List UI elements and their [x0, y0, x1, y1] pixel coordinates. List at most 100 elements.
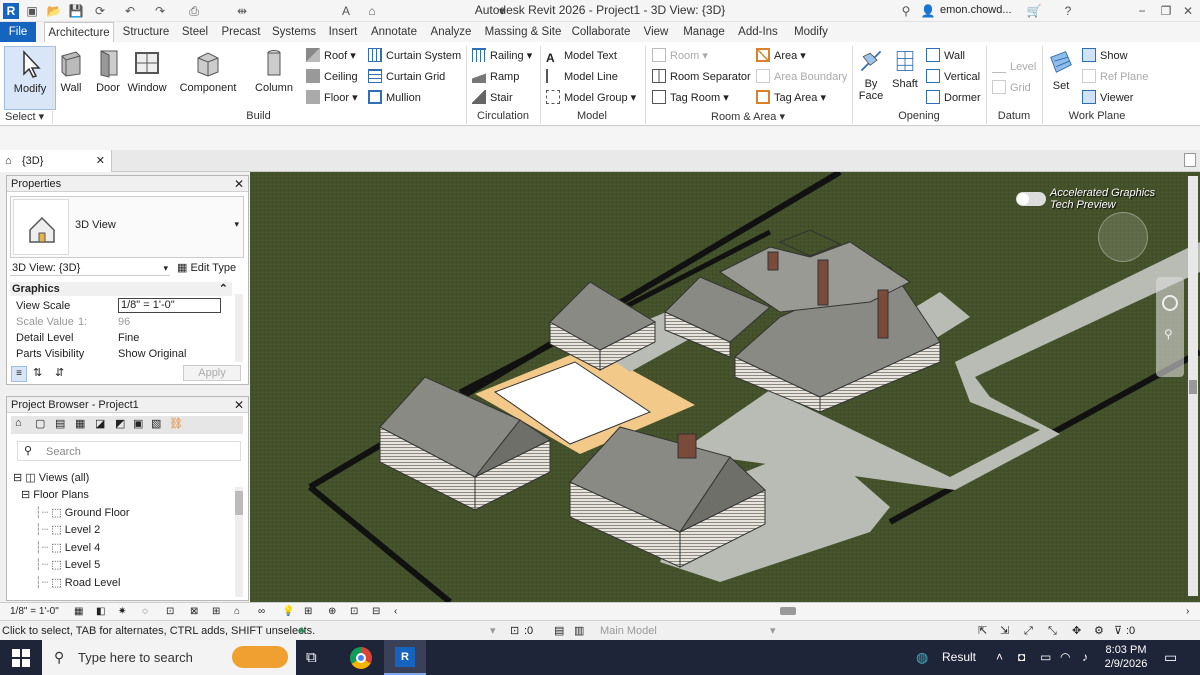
select-pinned-icon[interactable]: ⤢: [1024, 621, 1033, 641]
cart-icon[interactable]: 🛒: [1026, 3, 1042, 19]
room-area-panel-title[interactable]: Room & Area ▾: [648, 110, 848, 124]
edit-type-button[interactable]: ▦ Edit Type: [177, 260, 236, 276]
curtain-system-button[interactable]: Curtain System: [368, 47, 461, 65]
browser-groups-icon[interactable]: ◪: [95, 417, 105, 430]
task-view-icon[interactable]: ⧉: [306, 649, 317, 666]
show-button[interactable]: Show: [1082, 47, 1128, 65]
tab-steel[interactable]: Steel: [178, 22, 212, 42]
view-scale-control[interactable]: 1/8" = 1'-0": [10, 603, 59, 621]
analytical-model-icon[interactable]: ⊕: [328, 603, 336, 621]
notifications-icon[interactable]: ▭: [1164, 649, 1177, 666]
browser-scrollbar[interactable]: [235, 487, 243, 597]
window-button[interactable]: Window: [121, 46, 173, 110]
background-process-icon[interactable]: ⚙: [1094, 621, 1104, 641]
revit-taskbar-icon[interactable]: R: [384, 640, 426, 675]
level-button[interactable]: Level: [992, 58, 1036, 76]
browser-schedules-icon[interactable]: ▤: [55, 417, 65, 430]
tab-modify[interactable]: Modify: [788, 22, 834, 42]
sort-alt-icon[interactable]: ⇵: [55, 366, 64, 379]
close-tab-icon[interactable]: ✕: [96, 150, 105, 172]
properties-scrollbar[interactable]: [235, 294, 243, 362]
tray-chevron-icon[interactable]: ˄: [996, 650, 1003, 664]
battery-icon[interactable]: ▭: [1040, 650, 1051, 664]
stair-button[interactable]: Stair: [472, 89, 513, 107]
browser-views-icon[interactable]: ▧: [151, 417, 161, 430]
tree-item-level-5[interactable]: ┆┈ ⬚ Level 5: [35, 557, 100, 574]
select-links-icon[interactable]: ⇱: [978, 621, 987, 641]
model-group-button[interactable]: Model Group ▾: [546, 89, 636, 107]
tree-views-all[interactable]: ⊟ ◫ Views (all): [13, 470, 89, 487]
by-face-button[interactable]: By Face: [854, 46, 888, 110]
editable-only-icon[interactable]: ⊡: [510, 621, 519, 641]
tab-precast[interactable]: Precast: [218, 22, 264, 42]
grid-button[interactable]: Grid: [992, 79, 1031, 97]
tab-file[interactable]: File: [0, 22, 36, 42]
tree-item-level-4[interactable]: ┆┈ ⬚ Level 4: [35, 540, 100, 557]
sun-path-icon[interactable]: ✷: [118, 603, 126, 621]
graphics-section-header[interactable]: Graphics ⌃: [10, 282, 232, 296]
browser-links-icon[interactable]: ◩: [115, 417, 125, 430]
user-icon[interactable]: 👤: [920, 3, 936, 19]
steering-wheel-icon[interactable]: [1162, 295, 1178, 311]
drag-elements-icon[interactable]: ✥: [1072, 621, 1081, 641]
select-panel-title[interactable]: Select ▾: [2, 110, 50, 124]
tab-structure[interactable]: Structure: [118, 22, 174, 42]
browser-families-icon[interactable]: ▦: [75, 417, 85, 430]
select-underlay-icon[interactable]: ⇲: [1000, 621, 1009, 641]
floor-button[interactable]: Floor ▾: [306, 89, 358, 107]
scroll-right-icon[interactable]: ›: [1186, 603, 1189, 621]
vertical-opening-button[interactable]: Vertical: [926, 68, 980, 86]
shadows-icon[interactable]: ◌: [142, 603, 148, 621]
tab-view[interactable]: View: [640, 22, 672, 42]
close-icon[interactable]: ✕: [1180, 3, 1196, 19]
workset-icon[interactable]: ♣: [298, 621, 305, 641]
wifi-icon[interactable]: ◠: [1060, 650, 1070, 664]
detail-level-icon[interactable]: ▦: [74, 603, 83, 621]
model-text-button[interactable]: A Model Text: [546, 47, 617, 65]
view-scale-input[interactable]: 1/8" = 1'-0": [118, 298, 221, 313]
accelerated-graphics-toggle[interactable]: [1016, 192, 1046, 206]
tab-analyze[interactable]: Analyze: [426, 22, 476, 42]
browser-home-icon[interactable]: ⌂: [15, 417, 22, 429]
highlight-displacement-icon[interactable]: ⊡: [350, 603, 358, 621]
room-separator-button[interactable]: Room Separator: [652, 68, 751, 86]
tab-annotate[interactable]: Annotate: [368, 22, 420, 42]
chrome-icon[interactable]: [350, 647, 372, 669]
temp-hide-icon[interactable]: ∞: [258, 603, 265, 621]
horizontal-scrollbar-thumb[interactable]: [780, 607, 796, 615]
roof-button[interactable]: Roof ▾: [306, 47, 356, 65]
zoom-icon[interactable]: ⚲: [1164, 327, 1173, 341]
wall-opening-button[interactable]: Wall: [926, 47, 965, 65]
properties-filter-icon[interactable]: ≡: [11, 366, 27, 382]
show-crop-icon[interactable]: ⊞: [212, 603, 220, 621]
browser-chain-icon[interactable]: ⛓: [169, 417, 183, 430]
close-browser-icon[interactable]: ✕: [234, 397, 244, 413]
user-name[interactable]: emon.chowd...: [940, 4, 1012, 16]
close-properties-icon[interactable]: ✕: [234, 176, 244, 192]
main-model-label[interactable]: Main Model: [600, 621, 657, 641]
view-instance-selector[interactable]: 3D View: {3D} ▾: [10, 260, 170, 276]
ref-plane-button[interactable]: Ref Plane: [1082, 68, 1148, 86]
filter-icon[interactable]: ⊽: [1114, 621, 1122, 641]
reveal-hidden-icon[interactable]: 💡: [282, 603, 294, 621]
weather-icon[interactable]: ◍: [916, 649, 928, 666]
webcam-icon[interactable]: ◘: [1018, 650, 1025, 664]
prop-detail-level[interactable]: Detail Level Fine: [10, 330, 220, 346]
ceiling-button[interactable]: Ceiling: [306, 68, 358, 86]
tab-systems[interactable]: Systems: [270, 22, 318, 42]
crop-view-icon[interactable]: ⊠: [190, 603, 198, 621]
binoculars-icon[interactable]: ⚲: [898, 3, 914, 19]
windows-start-icon[interactable]: [12, 649, 30, 667]
browser-search-input[interactable]: ⚲ Search: [17, 441, 241, 461]
lock-view-icon[interactable]: ⌂: [234, 603, 240, 621]
tab-collaborate[interactable]: Collaborate: [570, 22, 632, 42]
taskbar-search-input[interactable]: ⚲ Type here to search: [42, 640, 296, 675]
visual-style-icon[interactable]: ◧: [96, 603, 105, 621]
workset-dropdown-icon[interactable]: ▾: [490, 621, 496, 641]
clock[interactable]: 8:03 PM 2/9/2026: [1100, 643, 1152, 671]
tab-architecture[interactable]: Architecture: [44, 22, 114, 42]
dormer-button[interactable]: Dormer: [926, 89, 981, 107]
curtain-grid-button[interactable]: Curtain Grid: [368, 68, 445, 86]
reveal-constraints-icon[interactable]: ⊟: [372, 603, 380, 621]
apply-button[interactable]: Apply: [183, 365, 241, 381]
